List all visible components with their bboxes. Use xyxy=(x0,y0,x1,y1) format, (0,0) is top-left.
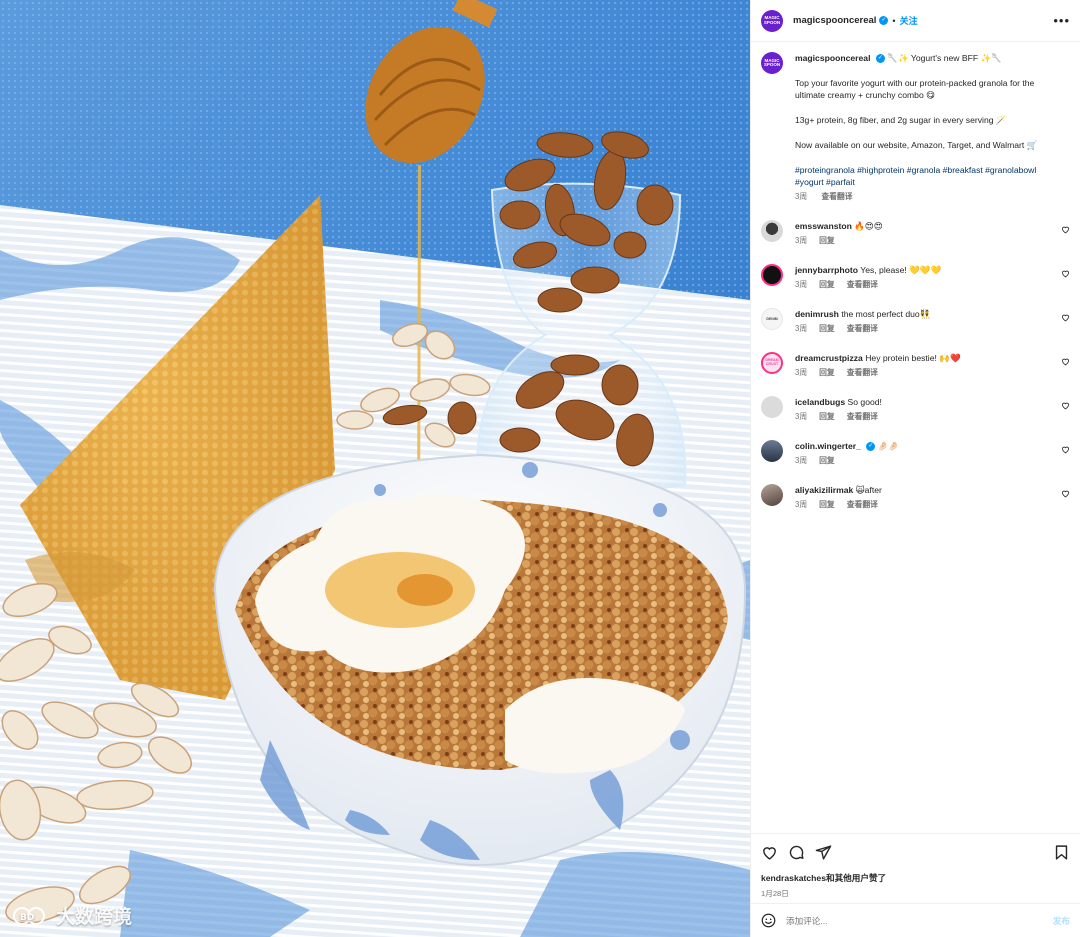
reply-button[interactable]: 回复 xyxy=(819,412,835,421)
caption-meta: 3周 查看翻译 xyxy=(795,191,1057,203)
comment-username[interactable]: denimrush xyxy=(795,309,839,319)
post-date: 1月28日 xyxy=(761,889,789,898)
comment-text: Hey protein bestie! 🙌❤️ xyxy=(865,352,961,363)
caption: MAGIC SPOON magicspooncereal ✓ 🥄✨ Yogurt… xyxy=(761,52,1070,204)
brand-avatar-text: MAGIC SPOON xyxy=(763,57,781,67)
comment-time: 3周 xyxy=(795,499,808,509)
comment-item: colin.wingerter_ ✓ 🤌🏻🤌🏻 3周 回复 xyxy=(761,439,1070,484)
comment-time: 3周 xyxy=(795,279,808,289)
reply-button[interactable]: 回复 xyxy=(819,236,835,245)
like-comment-heart-icon[interactable] xyxy=(1061,357,1070,366)
comment-time: 3周 xyxy=(795,411,808,421)
post-sidebar: MAGIC SPOON magicspooncereal ✓ • 关注 ••• … xyxy=(750,0,1080,937)
translate-link[interactable]: 查看翻译 xyxy=(847,324,878,333)
like-comment-heart-icon[interactable] xyxy=(1061,269,1070,278)
comment-username[interactable]: dreamcrustpizza xyxy=(795,353,863,363)
watermark: BD 大数跨境 xyxy=(10,902,132,929)
avatar[interactable]: DREAM CRUST xyxy=(761,351,783,374)
comment-username[interactable]: emsswanston xyxy=(795,221,852,231)
reply-button[interactable]: 回复 xyxy=(819,324,835,333)
comment-item: emsswanston 🔥😍😍 3周 回复 xyxy=(761,219,1070,264)
save-bookmark-icon[interactable] xyxy=(1053,844,1070,861)
like-comment-heart-icon[interactable] xyxy=(1061,313,1070,322)
comment-time: 3周 xyxy=(795,455,808,465)
caption-username[interactable]: magicspooncereal xyxy=(795,53,870,63)
comment-item: aliyakizilirmak 🙀after 3周 回复 查看翻译 xyxy=(761,483,1070,528)
avatar[interactable]: MAGIC SPOON xyxy=(761,52,783,74)
post-comment-button[interactable]: 发布 xyxy=(1053,915,1070,927)
action-icons xyxy=(761,842,1070,862)
brand-avatar-text: MAGIC SPOON xyxy=(763,15,781,25)
like-comment-heart-icon[interactable] xyxy=(1061,401,1070,410)
comment-time: 3周 xyxy=(795,323,808,333)
svg-text:BD: BD xyxy=(20,913,34,923)
comment-username[interactable]: jennybarrphoto xyxy=(795,265,858,275)
verified-badge-icon: ✓ xyxy=(866,442,876,452)
reply-button[interactable]: 回复 xyxy=(819,368,835,377)
share-send-icon[interactable] xyxy=(815,844,832,861)
caption-line-3: Now available on our website, Amazon, Ta… xyxy=(795,139,1038,150)
like-comment-heart-icon[interactable] xyxy=(1061,489,1070,498)
avatar[interactable]: MAGIC SPOON xyxy=(761,9,783,32)
avatar[interactable] xyxy=(761,263,783,286)
avatar[interactable] xyxy=(761,219,783,242)
verified-badge-icon: ✓ xyxy=(879,16,889,25)
comment-text: 🔥😍😍 xyxy=(854,220,883,231)
comment-item: DREAM CRUST dreamcrustpizza Hey protein … xyxy=(761,351,1070,396)
translate-link[interactable]: 查看翻译 xyxy=(847,412,878,421)
add-comment-bar: 发布 xyxy=(751,903,1080,937)
comment-username[interactable]: colin.wingerter_ xyxy=(795,441,861,451)
comment-item: icelandbugs So good! 3周 回复 查看翻译 xyxy=(761,395,1070,440)
verified-badge-icon: ✓ xyxy=(875,54,885,64)
reply-button[interactable]: 回复 xyxy=(819,280,835,289)
avatar[interactable] xyxy=(761,439,783,462)
comment-time: 3周 xyxy=(795,235,808,245)
watermark-logo-icon: BD xyxy=(13,906,46,925)
caption-line-1: Top your favorite yogurt with our protei… xyxy=(795,77,1035,101)
comment-input[interactable] xyxy=(786,915,1016,926)
like-comment-heart-icon[interactable] xyxy=(1061,445,1070,454)
avatar[interactable] xyxy=(761,483,783,506)
post-actions: kendraskatches和其他用户赞了 1月28日 xyxy=(751,833,1080,903)
emoji-smiley-icon[interactable] xyxy=(761,913,776,928)
yogurt-granola-photo xyxy=(0,0,750,937)
comment-item: DENIM denimrush the most perfect duo👯 3周… xyxy=(761,307,1070,352)
comment-username[interactable]: icelandbugs xyxy=(795,397,845,407)
translate-link[interactable]: 查看翻译 xyxy=(847,500,878,509)
reply-button[interactable]: 回复 xyxy=(819,500,835,509)
comment-text: Yes, please! 💛💛💛 xyxy=(860,264,942,275)
caption-body: magicspooncereal ✓ 🥄✨ Yogurt's new BFF ✨… xyxy=(795,52,1057,204)
comment-text: 🤌🏻🤌🏻 xyxy=(877,440,900,451)
like-comment-heart-icon[interactable] xyxy=(1061,225,1070,234)
translate-link[interactable]: 查看翻译 xyxy=(821,192,852,201)
reply-button[interactable]: 回复 xyxy=(819,456,835,465)
header-username[interactable]: magicspooncereal xyxy=(793,15,876,26)
avatar[interactable] xyxy=(761,395,783,418)
comment-time: 3周 xyxy=(795,367,808,377)
like-heart-icon[interactable] xyxy=(761,844,778,861)
caption-time: 3周 xyxy=(795,192,808,202)
watermark-text: 大数跨境 xyxy=(56,906,133,928)
caption-hashtags[interactable]: #proteingranola #highprotein #granola #b… xyxy=(795,164,1057,189)
caption-title: 🥄✨ Yogurt's new BFF ✨🥄 xyxy=(887,53,1002,63)
follow-button[interactable]: 关注 xyxy=(900,14,918,27)
post-header: MAGIC SPOON magicspooncereal ✓ • 关注 ••• xyxy=(751,0,1080,42)
comment-text: the most perfect duo👯 xyxy=(841,308,931,319)
avatar[interactable]: DENIM xyxy=(761,307,783,330)
likes-summary[interactable]: kendraskatches和其他用户赞了 xyxy=(761,872,1070,884)
translate-link[interactable]: 查看翻译 xyxy=(847,280,878,289)
more-options-icon[interactable]: ••• xyxy=(1053,13,1070,28)
comment-item: jennybarrphoto Yes, please! 💛💛💛 3周 回复 查看翻译 xyxy=(761,263,1070,308)
avatar-label: DREAM CRUST xyxy=(765,358,779,366)
caption-line-2: 13g+ protein, 8g fiber, and 2g sugar in … xyxy=(795,115,1007,125)
translate-link[interactable]: 查看翻译 xyxy=(847,368,878,377)
comment-text: So good! xyxy=(847,396,882,407)
separator-dot: • xyxy=(892,15,896,26)
comment-text: 🙀after xyxy=(855,484,882,495)
comments-scroll-area[interactable]: MAGIC SPOON magicspooncereal ✓ 🥄✨ Yogurt… xyxy=(751,42,1080,833)
comment-username[interactable]: aliyakizilirmak xyxy=(795,485,853,495)
avatar-label: DENIM xyxy=(766,316,778,321)
post-image[interactable]: BD 大数跨境 xyxy=(0,0,750,937)
comment-bubble-icon[interactable] xyxy=(788,844,805,861)
